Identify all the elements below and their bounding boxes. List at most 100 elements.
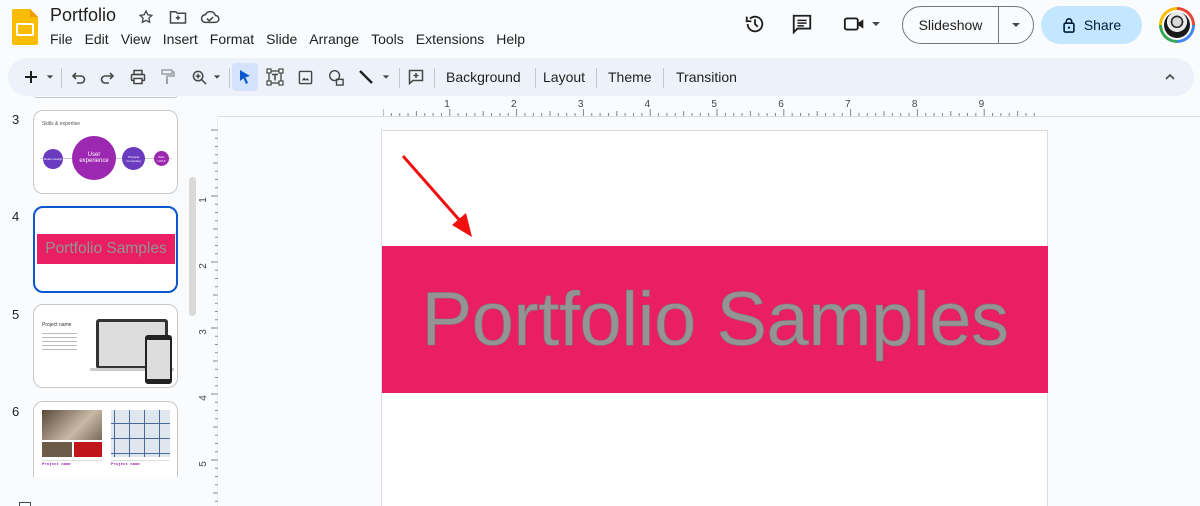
ruler-label: 4 (198, 395, 209, 401)
text-box-button[interactable] (263, 58, 287, 96)
select-tool-button[interactable] (232, 63, 258, 91)
thumb-photo (42, 410, 102, 440)
account-avatar[interactable] (1159, 7, 1195, 43)
thumb-photo (111, 410, 170, 457)
menu-tools[interactable]: Tools (365, 30, 410, 48)
google-slides-app: Portfolio File Edit View Insert Format S… (0, 0, 1200, 506)
print-button[interactable] (126, 58, 150, 96)
line-button[interactable] (354, 58, 378, 96)
phone-mockup (145, 335, 172, 384)
version-history-icon[interactable] (743, 12, 767, 36)
background-button[interactable]: Background (438, 58, 529, 96)
title-band[interactable]: Portfolio Samples (382, 246, 1048, 393)
undo-button[interactable] (68, 58, 90, 96)
share-label: Share (1083, 17, 1122, 33)
menu-arrange[interactable]: Arrange (303, 30, 365, 48)
new-slide-layout-dropdown[interactable] (42, 58, 58, 96)
ruler-label: 8 (912, 99, 918, 110)
menu-help[interactable]: Help (490, 30, 531, 48)
meet-button[interactable] (840, 12, 884, 36)
slide-number: 4 (12, 209, 20, 224)
skill-bubble: Physical Computing (122, 147, 145, 170)
move-to-folder-icon[interactable] (168, 8, 188, 26)
slide-number: 3 (12, 112, 20, 127)
share-button[interactable]: Share (1041, 6, 1142, 44)
slide-thumbnail-3[interactable]: Skills & expertise Motion design User ex… (33, 110, 178, 194)
thumb-title: Portfolio Samples (45, 240, 167, 257)
slides-logo-icon[interactable] (12, 9, 38, 45)
redo-icon (100, 72, 114, 84)
document-title[interactable]: Portfolio (50, 5, 116, 26)
grid-view-icon[interactable] (19, 502, 31, 506)
menu-slide[interactable]: Slide (260, 30, 303, 48)
ruler-label: 7 (845, 99, 851, 110)
skill-bubble: User experience (72, 136, 116, 180)
layout-button[interactable]: Layout (535, 58, 593, 96)
plus-icon (25, 71, 37, 83)
skill-bubble: Web, UX/UI (154, 151, 169, 166)
slide-thumbnail-4-selected[interactable]: Portfolio Samples (33, 206, 178, 293)
zoom-button[interactable] (188, 58, 210, 96)
transition-button[interactable]: Transition (668, 58, 745, 96)
star-icon[interactable] (136, 8, 156, 26)
thumb-caption: Project name (111, 463, 140, 467)
menu-bar: File Edit View Insert Format Slide Arran… (44, 30, 531, 48)
slide-number: 5 (12, 307, 20, 322)
thumb-caption: Project name (42, 463, 71, 467)
ruler-label: 3 (578, 99, 584, 110)
slideshow-button[interactable]: Slideshow (903, 7, 999, 43)
insert-comment-button[interactable] (404, 58, 428, 96)
paint-format-button[interactable] (156, 58, 180, 96)
theme-button[interactable]: Theme (600, 58, 660, 96)
line-dropdown[interactable] (378, 58, 394, 96)
chevron-down-icon (382, 75, 390, 79)
comments-icon[interactable] (790, 12, 814, 36)
video-camera-icon (843, 17, 864, 31)
cloud-saved-icon[interactable] (200, 8, 220, 26)
ruler-label: 6 (778, 99, 784, 110)
ruler-label: 5 (711, 99, 717, 110)
cursor-arrow-icon (240, 70, 250, 84)
chevron-down-icon (213, 75, 221, 79)
slide-title-text[interactable]: Portfolio Samples (421, 276, 1009, 363)
menu-view[interactable]: View (115, 30, 157, 48)
new-slide-button[interactable] (20, 58, 42, 96)
zoom-in-icon (192, 70, 207, 85)
redo-button[interactable] (96, 58, 118, 96)
vertical-ruler: 1 2 3 4 5 (198, 117, 218, 506)
menu-format[interactable]: Format (204, 30, 260, 48)
shape-button[interactable] (324, 58, 348, 96)
lock-icon (1063, 18, 1075, 33)
insert-image-button[interactable] (293, 58, 317, 96)
line-icon (359, 70, 373, 84)
slideshow-button-group: Slideshow (902, 6, 1034, 44)
zoom-dropdown[interactable] (210, 58, 224, 96)
menu-file[interactable]: File (44, 30, 79, 48)
slide-thumbnail-5[interactable]: Project name (33, 304, 178, 388)
slide-number: 6 (12, 404, 20, 419)
add-comment-icon (408, 69, 424, 85)
ruler-label: 3 (198, 329, 209, 335)
red-arrow-annotation (401, 155, 472, 237)
ruler-label: 1 (444, 99, 450, 110)
undo-icon (72, 72, 86, 84)
toolbar: Background Layout Theme Transition (8, 58, 1194, 96)
collapse-menus-button[interactable] (1160, 58, 1180, 96)
text-box-icon (266, 68, 284, 86)
print-icon (130, 69, 146, 85)
horizontal-ruler: 1 2 3 4 5 6 7 8 9 (383, 99, 1035, 116)
ruler-label: 1 (198, 197, 209, 203)
slide-canvas[interactable]: Portfolio Samples (381, 130, 1048, 506)
menu-extensions[interactable]: Extensions (410, 30, 490, 48)
thumb-title: Skills & expertise (42, 121, 81, 127)
ruler-label: 5 (198, 461, 209, 467)
slideshow-dropdown[interactable] (999, 20, 1033, 30)
chevron-down-icon (872, 22, 880, 26)
slide-thumbnail-6[interactable]: Project name Project name (33, 401, 178, 477)
filmstrip-scrollbar[interactable] (189, 177, 196, 316)
ruler-label: 2 (198, 263, 209, 269)
menu-edit[interactable]: Edit (79, 30, 115, 48)
profile-photo (1164, 12, 1190, 38)
image-icon (298, 70, 312, 84)
menu-insert[interactable]: Insert (157, 30, 204, 48)
